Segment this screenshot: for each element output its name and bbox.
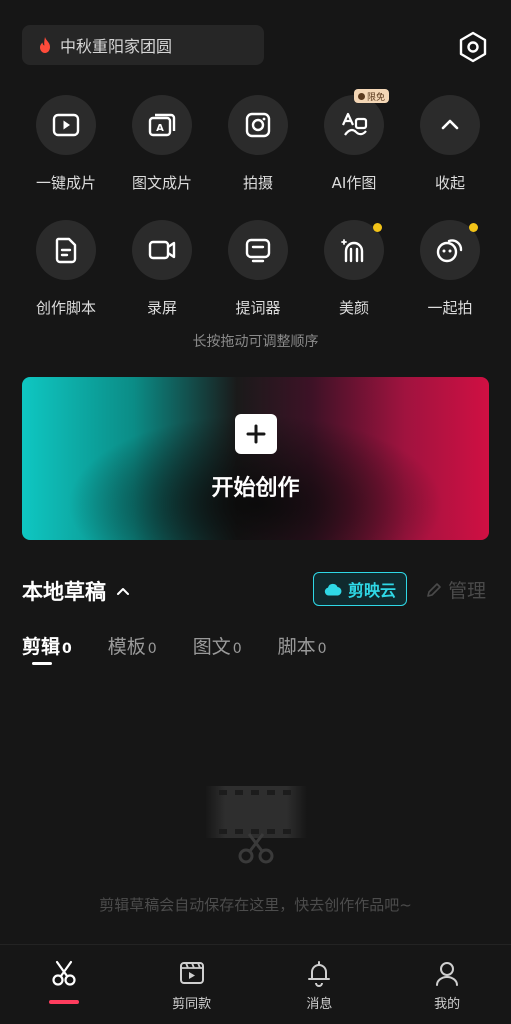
tool-beauty[interactable]: 美颜 bbox=[306, 220, 402, 318]
tool-collapse[interactable]: 收起 bbox=[402, 95, 498, 193]
flame-icon bbox=[40, 37, 50, 53]
tool-shoot[interactable]: 拍摄 bbox=[210, 95, 306, 193]
active-tab-indicator bbox=[32, 662, 52, 665]
play-screen-icon bbox=[52, 113, 80, 137]
beauty-icon bbox=[341, 239, 364, 263]
start-create-button[interactable]: 开始创作 bbox=[22, 377, 489, 540]
tool-teleprompter[interactable]: 提词器 bbox=[210, 220, 306, 318]
tool-label: AI作图 bbox=[331, 174, 377, 192]
notification-dot bbox=[469, 223, 478, 232]
text-to-video-icon: A bbox=[148, 113, 176, 137]
cloud-button[interactable]: 剪映云 bbox=[313, 572, 407, 606]
tool-grid-row-2: 创作脚本 录屏 提词器 美颜 一起拍 bbox=[18, 220, 498, 318]
search-bar[interactable]: 中秋重阳家团圆 bbox=[22, 25, 264, 65]
tool-label: 一键成片 bbox=[35, 174, 96, 192]
plus-icon bbox=[234, 413, 277, 454]
tool-label: 一起拍 bbox=[427, 299, 473, 317]
tool-label: 收起 bbox=[434, 174, 465, 192]
clock-icon bbox=[358, 92, 365, 100]
profile-icon bbox=[436, 962, 459, 986]
bottom-nav: 剪同款 消息 我的 bbox=[0, 944, 511, 1024]
manage-label: 管理 bbox=[448, 580, 487, 602]
nav-template[interactable]: 剪同款 bbox=[128, 945, 256, 1024]
settings-hexagon-icon[interactable] bbox=[456, 30, 490, 64]
chevron-up-icon bbox=[117, 588, 129, 595]
shoot-together-icon bbox=[436, 239, 463, 263]
local-drafts-title: 本地草稿 bbox=[22, 580, 106, 604]
pencil-icon bbox=[427, 582, 441, 597]
local-drafts-toggle[interactable]: 本地草稿 bbox=[22, 576, 130, 606]
reorder-hint: 长按拖动可调整顺序 bbox=[192, 334, 319, 350]
start-create-label: 开始创作 bbox=[211, 475, 300, 501]
tool-label: 图文成片 bbox=[131, 174, 192, 192]
tab-script[interactable]: 脚本 0 bbox=[278, 632, 327, 659]
tool-shoot-together[interactable]: 一起拍 bbox=[402, 220, 498, 318]
svg-text:A: A bbox=[156, 123, 164, 134]
empty-drafts-text: 剪辑草稿会自动保存在这里，快去创作作品吧~ bbox=[99, 896, 412, 914]
tool-text-to-video[interactable]: A 图文成片 bbox=[114, 95, 210, 193]
free-badge: 限免 bbox=[354, 89, 390, 103]
template-clip-icon bbox=[179, 962, 204, 984]
cloud-label: 剪映云 bbox=[347, 581, 396, 600]
film-scissors-icon bbox=[205, 786, 307, 864]
tab-image-text[interactable]: 图文 0 bbox=[193, 632, 242, 659]
record-screen-icon bbox=[148, 240, 176, 260]
tool-label: 提词器 bbox=[235, 299, 281, 317]
tool-one-click-video[interactable]: 一键成片 bbox=[18, 95, 114, 193]
notification-dot bbox=[373, 223, 382, 232]
scissors-icon bbox=[52, 960, 76, 986]
ai-draw-icon bbox=[341, 112, 368, 136]
tool-record-screen[interactable]: 录屏 bbox=[114, 220, 210, 318]
script-icon bbox=[55, 237, 77, 264]
tool-label: 创作脚本 bbox=[35, 299, 96, 317]
nav-profile[interactable]: 我的 bbox=[383, 945, 511, 1024]
tool-label: 拍摄 bbox=[242, 174, 273, 192]
tool-label: 录屏 bbox=[146, 299, 177, 317]
nav-edit[interactable] bbox=[0, 945, 128, 1024]
tool-grid-row-1: 一键成片 A 图文成片 拍摄 限免 AI作图 收起 bbox=[18, 89, 498, 193]
cloud-icon bbox=[324, 583, 342, 595]
nav-messages[interactable]: 消息 bbox=[256, 945, 384, 1024]
draft-tabs: 剪辑 0 模板 0 图文 0 脚本 0 bbox=[22, 632, 363, 665]
tool-label: 美颜 bbox=[338, 299, 369, 317]
camera-icon bbox=[245, 112, 271, 138]
bell-icon bbox=[308, 961, 331, 987]
tab-edit[interactable]: 剪辑 0 bbox=[22, 632, 72, 665]
active-nav-indicator bbox=[48, 1000, 79, 1004]
tool-create-script[interactable]: 创作脚本 bbox=[18, 220, 114, 318]
chevron-up-icon bbox=[441, 119, 459, 130]
tab-template[interactable]: 模板 0 bbox=[108, 632, 157, 659]
search-text: 中秋重阳家团圆 bbox=[60, 37, 173, 56]
manage-button[interactable]: 管理 bbox=[426, 576, 486, 603]
tool-ai-draw[interactable]: 限免 AI作图 bbox=[306, 89, 402, 193]
teleprompter-icon bbox=[245, 238, 271, 263]
